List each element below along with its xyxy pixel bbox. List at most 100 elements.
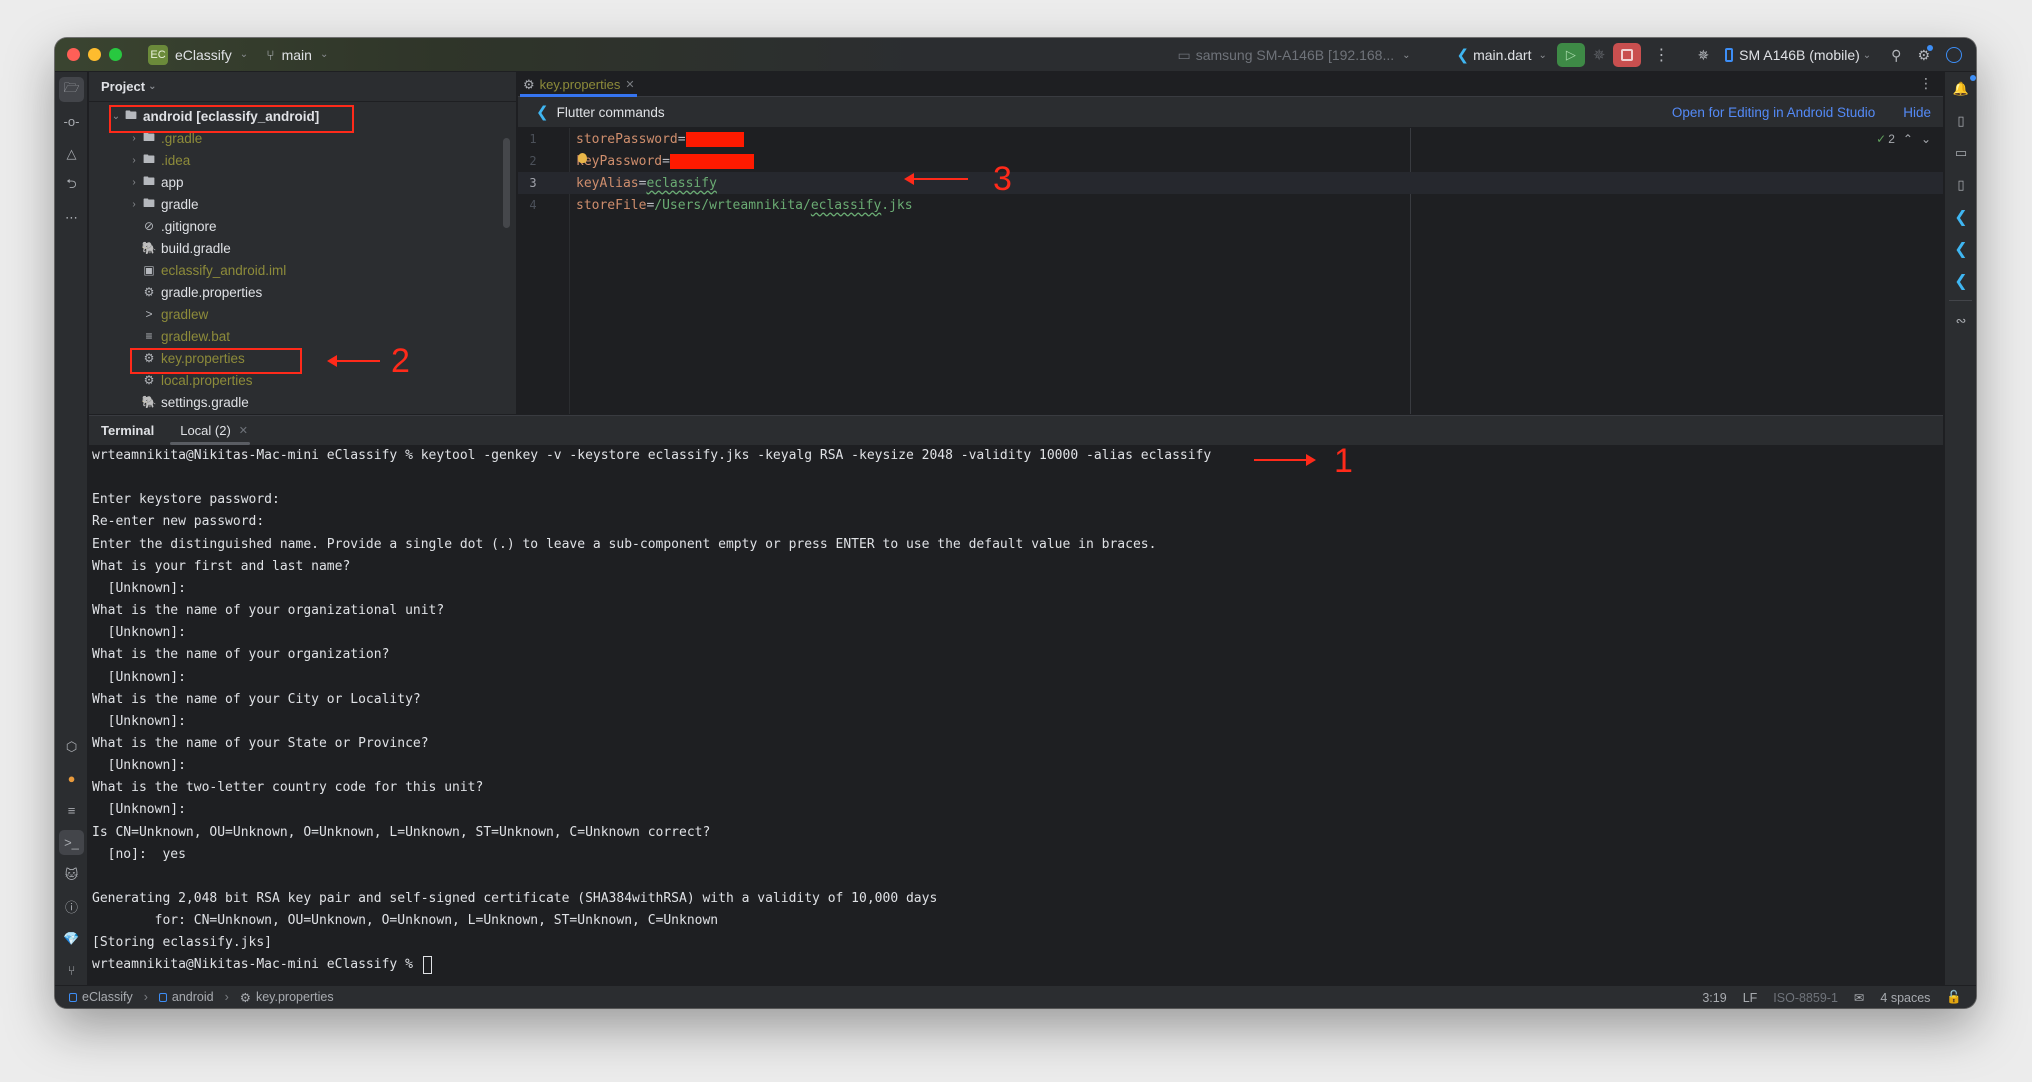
phone-icon	[1725, 48, 1734, 62]
dart-analysis-tool-button[interactable]: 🐱	[59, 862, 84, 887]
module-icon	[69, 992, 77, 1002]
chevron-right-icon[interactable]: ›	[127, 155, 141, 166]
phone-laptop-icon: ▯	[1957, 177, 1965, 192]
feedback-icon[interactable]: ✉	[1854, 990, 1864, 1005]
services-tool-button[interactable]: ⬡	[59, 734, 84, 759]
terminal-line: Is CN=Unknown, OU=Unknown, O=Unknown, L=…	[92, 824, 711, 840]
device-manager-button[interactable]: ▯	[1949, 109, 1973, 133]
minimize-window-button[interactable]	[88, 48, 101, 61]
chevron-right-icon[interactable]: ›	[127, 177, 141, 188]
run-configuration-selector[interactable]: ❮ main.dart ⌄	[1457, 46, 1547, 64]
running-devices-button[interactable]: ▭	[1949, 141, 1973, 165]
terminal-tab-bar: Terminal Local (2) ✕	[89, 416, 1943, 445]
breadcrumb-item[interactable]: android	[172, 990, 214, 1004]
branch-selector[interactable]: main ⌄	[282, 47, 329, 63]
pull-request-icon: ⮌	[66, 175, 77, 191]
hide-banner-link[interactable]: Hide	[1903, 105, 1931, 120]
folder-icon: 🖿	[142, 195, 155, 210]
ide-window: EC eClassify ⌄ ⑂ main ⌄ ▭ samsung SM-A14…	[55, 38, 1976, 1008]
code-line[interactable]: 4 storeFile=/Users/wrteamnikita/eclassify…	[518, 194, 1943, 216]
commit-tool-button[interactable]: -o-	[59, 109, 84, 134]
project-selector[interactable]: eClassify ⌄	[175, 47, 248, 63]
annotation-number-3: 3	[993, 160, 1012, 198]
flutter-icon: ❮	[536, 104, 549, 121]
tree-item[interactable]: 🐘 build.gradle	[89, 237, 516, 259]
search-button[interactable]: ⚲	[1891, 47, 1901, 64]
tree-item-label: gradlew.bat	[161, 328, 231, 344]
terminal-tool-button[interactable]: >_	[59, 830, 84, 855]
target-device-label: SM A146B (mobile)	[1739, 47, 1860, 63]
settings-button[interactable]: ⚙	[1917, 44, 1933, 64]
chevron-right-icon[interactable]: ›	[127, 133, 141, 144]
chevron-right-icon[interactable]: ›	[127, 199, 141, 210]
tree-item[interactable]: 🐘 settings.gradle	[89, 391, 516, 413]
attach-debugger-button[interactable]: ✵	[1697, 47, 1709, 64]
run-button[interactable]: ▷	[1556, 43, 1585, 67]
project-tool-button[interactable]: 🗁	[59, 77, 84, 102]
code-line[interactable]: 1 storePassword=	[518, 128, 1943, 150]
tree-item[interactable]: ≡ gradlew.bat	[89, 325, 516, 347]
tree-item[interactable]: › 🖿 .idea	[89, 149, 516, 171]
gem-icon: 💎	[63, 930, 80, 946]
terminal-output[interactable]: wrteamnikita@Nikitas-Mac-mini eClassify …	[89, 445, 1943, 985]
close-window-button[interactable]	[67, 48, 80, 61]
flutter-outline-button[interactable]: ❮	[1949, 269, 1973, 293]
terminal-line: [Unknown]:	[92, 580, 186, 596]
notifications-button[interactable]: 🔔	[1949, 75, 1976, 101]
stop-button[interactable]	[1613, 43, 1642, 67]
line-number: 3	[529, 176, 537, 190]
flutter-inspector-button[interactable]: ❮	[1949, 205, 1973, 229]
git-tool-button[interactable]: ⑂	[59, 958, 84, 983]
tree-item[interactable]: › 🖿 app	[89, 171, 516, 193]
line-separator[interactable]: LF	[1743, 991, 1758, 1005]
warning-icon: ⓘ	[64, 900, 78, 915]
tree-item[interactable]: > gradlew	[89, 303, 516, 325]
indent-setting[interactable]: 4 spaces	[1880, 991, 1930, 1005]
breadcrumb-item[interactable]: key.properties	[256, 990, 334, 1004]
tree-item-label: .idea	[161, 152, 191, 168]
unlock-icon[interactable]: 🔓	[1946, 990, 1962, 1005]
tab-local-2[interactable]: Local (2) ✕	[170, 416, 251, 445]
tree-item[interactable]: › 🖿 gradle	[89, 193, 516, 215]
bug-icon: ✵	[1697, 46, 1710, 63]
project-scrollbar[interactable]	[503, 138, 510, 228]
caret-position[interactable]: 3:19	[1702, 991, 1726, 1005]
breadcrumb-item[interactable]: eClassify	[82, 990, 133, 1004]
stop-icon	[1621, 49, 1634, 61]
device-mirroring-button[interactable]: ▯	[1949, 173, 1973, 197]
close-tab-icon[interactable]: ✕	[239, 424, 248, 437]
maximize-window-button[interactable]	[109, 48, 122, 61]
editor-tab-bar: ⚙ key.properties ✕ ⋮	[518, 72, 1943, 97]
open-in-android-studio-link[interactable]: Open for Editing in Android Studio	[1672, 105, 1875, 120]
device-selector[interactable]: ▭ samsung SM-A146B [192.168... ⌄	[1177, 47, 1410, 64]
code-line[interactable]: 3 keyAlias=eclassify	[518, 172, 1943, 194]
logcat-tool-button[interactable]: ≡	[59, 798, 84, 823]
problems-tool-button[interactable]: ⓘ	[59, 894, 84, 919]
code-editor[interactable]: ✓ 2 ⌃ ⌄ 1 storePassword= 2 keyPassword= 3 key…	[518, 128, 1943, 414]
app-inspection-tool-button[interactable]: ●	[59, 766, 84, 791]
terminal-tab-label: Local (2)	[180, 423, 231, 438]
tree-item[interactable]: ⊘ .gitignore	[89, 215, 516, 237]
annotation-arrow-3	[904, 173, 968, 185]
code-line[interactable]: 2 keyPassword=	[518, 150, 1943, 172]
account-button[interactable]	[1946, 47, 1962, 63]
structure-tool-button[interactable]: △	[59, 141, 84, 166]
lightbulb-icon[interactable]	[578, 153, 587, 163]
flutter-icon: ❮	[1456, 47, 1470, 64]
more-tools-button[interactable]: ⋯	[59, 205, 84, 230]
tab-label: key.properties	[539, 77, 621, 92]
chevron-right-icon: ›	[224, 990, 229, 1004]
tree-item[interactable]: ▣ eclassify_android.iml	[89, 259, 516, 281]
flutter-performance-button[interactable]: ❮	[1949, 237, 1973, 261]
project-panel-header[interactable]: Project ⌄	[89, 72, 516, 102]
tab-options-button[interactable]: ⋮	[1919, 75, 1933, 92]
pull-requests-tool-button[interactable]: ⮌	[59, 173, 84, 198]
close-tab-icon[interactable]: ✕	[625, 78, 634, 91]
more-actions-button[interactable]: ⋮	[1653, 45, 1669, 65]
wifi-debug-button[interactable]: ∾	[1949, 309, 1973, 333]
debug-button[interactable]: ✵	[1593, 46, 1606, 64]
gemini-tool-button[interactable]: 💎	[59, 926, 84, 951]
tree-item[interactable]: ⚙ gradle.properties	[89, 281, 516, 303]
file-encoding[interactable]: ISO-8859-1	[1773, 991, 1838, 1005]
target-device-selector[interactable]: SM A146B (mobile) ⌄	[1725, 47, 1871, 63]
